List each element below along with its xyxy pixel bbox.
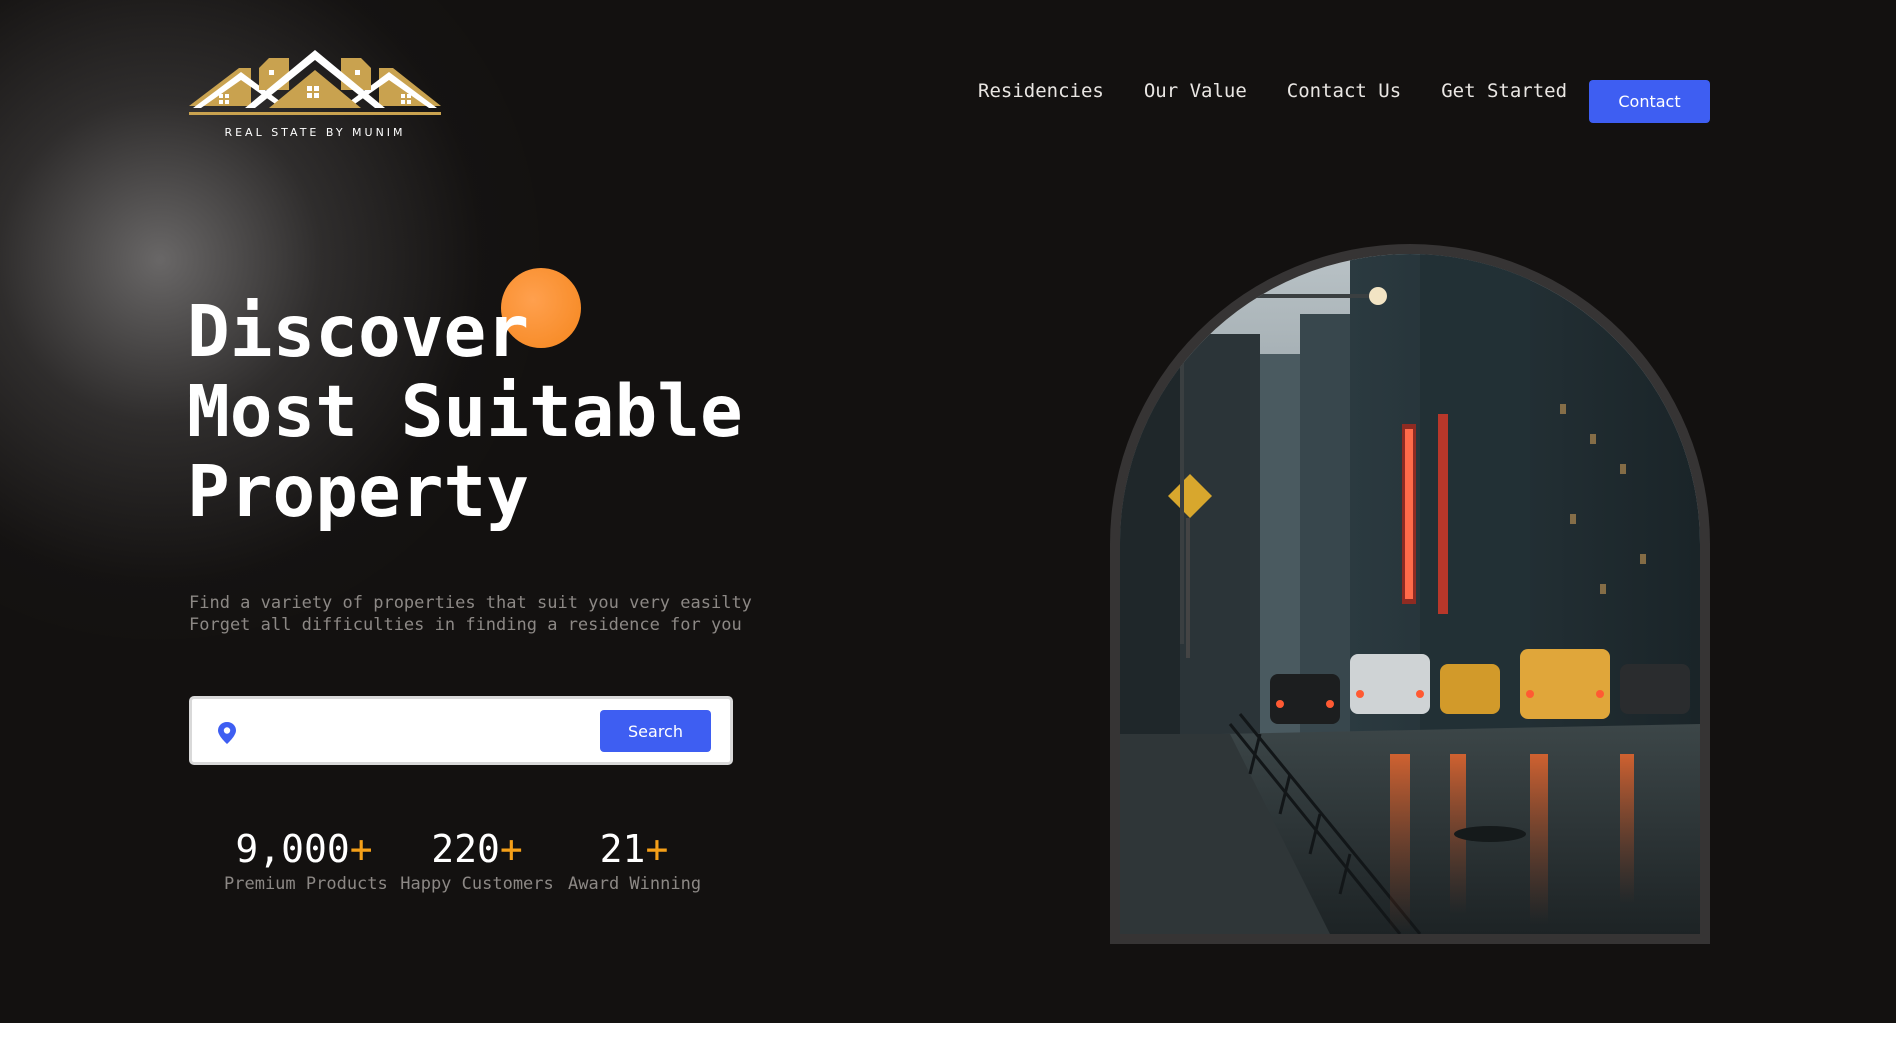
stat-label: Premium Products [224, 874, 388, 894]
main-nav: Residencies Our Value Contact Us Get Sta… [978, 80, 1607, 102]
stat-label: Happy Customers [400, 874, 554, 894]
house-roof-logo-icon [189, 50, 441, 115]
search-bar: Search [189, 696, 733, 765]
stat-value: 220+ [400, 825, 554, 873]
stats: 9,000+ Premium Products 220+ Happy Custo… [0, 825, 760, 905]
bottom-strip [0, 1023, 1896, 1045]
nav-residencies[interactable]: Residencies [978, 80, 1104, 102]
nav-our-value[interactable]: Our Value [1144, 80, 1247, 102]
hero-title-line: Property [187, 450, 529, 533]
hero-subtitle-line: Find a variety of properties that suit y… [189, 593, 752, 613]
hero-title-line: Discover [187, 290, 529, 373]
contact-button[interactable]: Contact [1589, 80, 1710, 123]
stat-plus: + [349, 827, 373, 871]
stat-number: 220 [431, 827, 500, 871]
page: REAL STATE BY MUNIM Residencies Our Valu… [0, 0, 1896, 1045]
stat-plus: + [499, 827, 523, 871]
stat-number: 9,000 [235, 827, 350, 871]
nav-contact-us[interactable]: Contact Us [1287, 80, 1401, 102]
search-input[interactable] [248, 713, 572, 751]
logo[interactable]: REAL STATE BY MUNIM [189, 50, 441, 142]
stat-value: 9,000+ [224, 825, 384, 873]
city-street-illustration [1120, 254, 1700, 934]
hero-subtitle-line: Forget all difficulties in finding a res… [189, 615, 742, 635]
stat-value: 21+ [568, 825, 700, 873]
stat-happy-customers: 220+ Happy Customers [400, 825, 554, 895]
search-button[interactable]: Search [600, 710, 711, 752]
logo-text: REAL STATE BY MUNIM [224, 126, 406, 139]
hero-title: Discover Most Suitable Property [187, 292, 743, 532]
stat-number: 21 [599, 827, 646, 871]
hero-image-frame [1110, 244, 1710, 944]
location-pin-icon [218, 722, 236, 744]
stat-label: Award Winning [568, 874, 702, 894]
stat-premium-products: 9,000+ Premium Products [224, 825, 388, 895]
stat-plus: + [645, 827, 669, 871]
nav-get-started[interactable]: Get Started [1441, 80, 1567, 102]
hero-title-line: Most Suitable [187, 370, 743, 453]
hero-city-street-image [1120, 254, 1700, 934]
stat-award-winning: 21+ Award Winning [568, 825, 702, 895]
hero-subtitle: Find a variety of properties that suit y… [189, 592, 752, 636]
